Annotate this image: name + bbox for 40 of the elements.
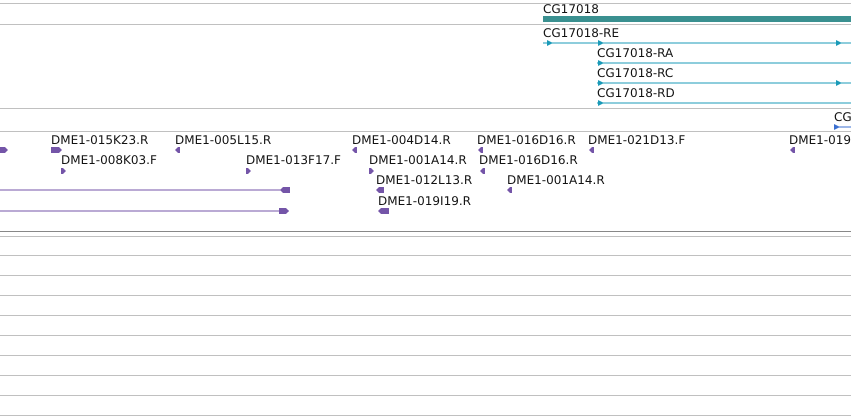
est-marker[interactable] <box>369 168 374 174</box>
est-label: DME1-004D14.R <box>352 133 451 147</box>
est-label: DME1-001A14.R <box>369 153 467 167</box>
transcript-label: CG17018-RA <box>597 46 674 60</box>
est-marker[interactable] <box>352 147 357 153</box>
est-label: DME1-019 <box>789 133 851 147</box>
est-label: DME1-016D16.R <box>477 133 576 147</box>
transcript-line[interactable] <box>597 80 851 86</box>
gene-label: CG <box>834 110 851 124</box>
est-marker[interactable] <box>480 168 485 174</box>
est-label: DME1-013F17.F <box>246 153 341 167</box>
est-marker[interactable] <box>507 187 512 193</box>
est-label: DME1-005L15.R <box>175 133 272 147</box>
gene-label: CG17018 <box>543 2 599 16</box>
est-label: DME1-001A14.R <box>507 173 605 187</box>
est-label: DME1-019I19.R <box>378 194 472 208</box>
transcript-label: CG17018-RD <box>597 86 675 100</box>
est-marker[interactable] <box>378 208 389 214</box>
est-marker[interactable] <box>478 147 483 153</box>
transcript-line[interactable] <box>543 40 851 46</box>
transcript-line[interactable] <box>597 60 851 66</box>
est-marker[interactable] <box>0 147 8 153</box>
est-marker[interactable] <box>51 147 62 153</box>
est-label: DME1-016D16.R <box>479 153 578 167</box>
transcript-label: CG17018-RC <box>597 66 674 80</box>
est-line[interactable] <box>0 208 289 214</box>
est-label: DME1-012L13.R <box>376 173 472 187</box>
est-marker[interactable] <box>376 187 384 193</box>
est-label: DME1-008K03.F <box>61 153 157 167</box>
transcript-label: CG17018-RE <box>543 26 620 40</box>
gene-line[interactable] <box>834 124 851 130</box>
est-marker[interactable] <box>175 147 180 153</box>
est-marker[interactable] <box>61 168 66 174</box>
est-line[interactable] <box>0 187 290 193</box>
est-label: DME1-015K23.R <box>51 133 148 147</box>
est-marker[interactable] <box>790 147 795 153</box>
est-label: DME1-021D13.F <box>588 133 686 147</box>
est-marker[interactable] <box>589 147 594 153</box>
transcript-line[interactable] <box>597 100 851 106</box>
est-marker[interactable] <box>246 168 251 174</box>
